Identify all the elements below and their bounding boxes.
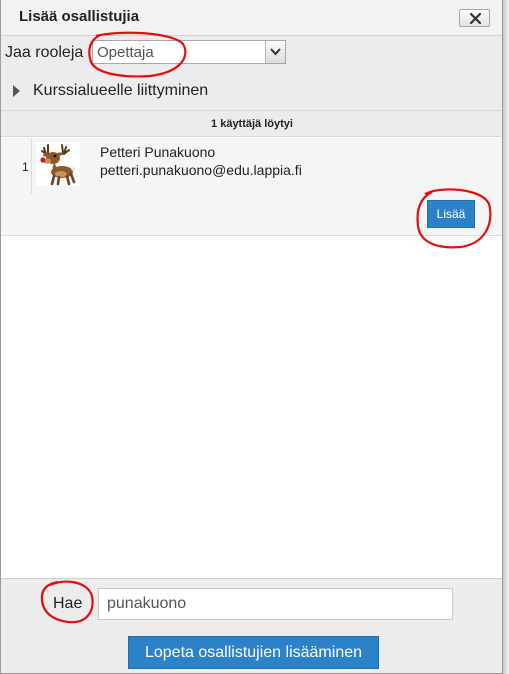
dialog-shadow xyxy=(503,0,509,674)
finish-enrolling-button[interactable]: Lopeta osallistujien lisääminen xyxy=(128,636,379,669)
table-row: 1 Petteri Punakuono petteri.punakuono@ed… xyxy=(1,138,502,236)
role-select-arrow[interactable] xyxy=(265,41,285,63)
user-name: Petteri Punakuono xyxy=(100,144,216,160)
user-email: petteri.punakuono@edu.lappia.fi xyxy=(100,162,302,178)
roles-bar: Jaa rooleja Opettaja Kurssialueelle liit… xyxy=(1,36,502,110)
avatar xyxy=(36,142,80,186)
caret-right-icon xyxy=(13,85,20,97)
close-icon xyxy=(470,13,481,24)
results-count: 1 käyttäjä löytyi xyxy=(1,110,502,137)
row-divider xyxy=(31,138,32,194)
dialog-titlebar: Lisää osallistujia xyxy=(1,0,502,36)
add-user-button[interactable]: Lisää xyxy=(427,200,475,228)
role-select-value: Opettaja xyxy=(97,44,154,61)
row-index: 1 xyxy=(22,160,29,174)
enrol-users-dialog: Lisää osallistujia Jaa rooleja Opettaja … xyxy=(0,0,503,674)
dialog-footer: Hae punakuono Lopeta osallistujien lisää… xyxy=(1,578,502,673)
search-label: Hae xyxy=(53,595,83,612)
search-input-value: punakuono xyxy=(107,595,187,612)
role-select[interactable]: Opettaja xyxy=(92,40,286,64)
reindeer-avatar-icon xyxy=(40,144,76,186)
close-button[interactable] xyxy=(459,9,490,27)
search-input[interactable]: punakuono xyxy=(98,588,453,620)
chevron-down-icon xyxy=(270,48,281,56)
dialog-title: Lisää osallistujia xyxy=(19,8,140,25)
enrol-options-label: Kurssialueelle liittyminen xyxy=(33,82,209,99)
assign-roles-label: Jaa rooleja xyxy=(5,44,84,61)
